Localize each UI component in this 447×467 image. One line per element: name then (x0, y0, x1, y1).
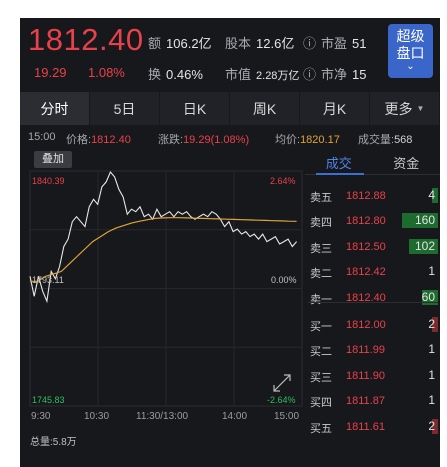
tab-more[interactable]: 更多 ▼ (370, 92, 440, 125)
order-level-label: 买三 (310, 371, 332, 384)
stat-turnover-rate: 换 0.46% (148, 67, 203, 82)
order-price: 1811.99 (346, 344, 385, 357)
info-circle-icon: ⓘ (303, 36, 317, 51)
super-button-line2: 盘口 (396, 45, 425, 61)
order-level-label: 买一 (310, 321, 332, 333)
tab-5day[interactable]: 5日 (90, 92, 160, 125)
order-price: 1812.88 (346, 190, 386, 202)
order-level-label: 卖四 (310, 217, 332, 230)
tab-trades[interactable]: 成交 (305, 153, 373, 175)
order-level-label: 卖一 (310, 293, 332, 306)
tab-daily-k[interactable]: 日K (160, 92, 230, 125)
triangle-down-icon: ▼ (416, 104, 425, 113)
order-volume: 2 (428, 317, 435, 331)
order-volume: 1 (428, 264, 435, 279)
order-panel-tabs: 成交 资金 (305, 153, 440, 175)
bid-row[interactable]: 买五 1811.61 2 (308, 417, 438, 437)
ask-row[interactable]: 卖二 1812.42 1 (308, 262, 438, 282)
bid-row[interactable]: 买二 1811.99 1 (308, 340, 438, 360)
order-price: 1811.61 (346, 420, 385, 433)
info-time: 15:00 (28, 131, 56, 143)
ask-row[interactable]: 卖四 1812.80 160 (308, 211, 438, 231)
tab-weekly-k[interactable]: 周K (230, 92, 300, 125)
price-axis-high: 1840.39 (32, 176, 65, 186)
pct-axis-mid: 0.00% (271, 275, 297, 285)
tab-monthly-k[interactable]: 月K (300, 92, 370, 125)
order-book-divider (308, 302, 438, 303)
order-price: 1812.00 (346, 319, 386, 331)
bid-row[interactable]: 买四 1811.87 1 (308, 391, 438, 411)
order-volume: 102 (414, 238, 435, 253)
order-price: 1811.87 (346, 395, 385, 408)
order-level-label: 卖三 (310, 242, 332, 255)
expand-icon-stroke (273, 374, 291, 392)
order-volume: 1 (428, 393, 435, 408)
stock-quote-panel: 1812.40 19.29 1.08% 额 106.2亿 股本 12.6亿 ⓘ 市盈 5… (20, 18, 440, 467)
order-level-label: 卖二 (310, 268, 332, 281)
bid-row[interactable]: 买一 1812.00 2 (308, 315, 438, 335)
info-average: 均价:1820.17 (275, 134, 340, 146)
order-price: 1811.90 (346, 369, 385, 382)
bid-row[interactable]: 买三 1811.90 1 (308, 366, 438, 386)
x-tick-0930: 9:30 (31, 411, 51, 422)
order-volume: 160 (414, 213, 435, 228)
x-tick-1130: 11:30/13:00 (136, 411, 189, 422)
order-price: 1812.50 (346, 240, 386, 253)
order-level-label: 卖五 (310, 192, 332, 204)
x-tick-1500: 15:00 (274, 411, 300, 422)
x-tick-1030: 10:30 (84, 411, 110, 422)
pct-axis-low: -2.64% (267, 395, 296, 405)
ask-row[interactable]: 卖三 1812.50 102 (308, 237, 438, 257)
order-price: 1812.80 (346, 215, 386, 228)
ask-row[interactable]: 卖五 1812.88 4 (308, 186, 438, 206)
expand-icon[interactable] (273, 374, 291, 392)
order-volume: 1 (428, 367, 435, 382)
current-price: 1812.40 (28, 22, 144, 57)
average-price-line (30, 217, 297, 282)
price-axis-mid: 1793.11 (32, 275, 64, 285)
order-volume: 2 (428, 418, 435, 433)
stat-turnover-amount: 额 106.2亿 (148, 36, 212, 51)
super-button-line1: 超级 (396, 28, 425, 44)
price-axis-low: 1745.83 (32, 395, 65, 405)
stat-share-capital: 股本 12.6亿 (225, 36, 295, 51)
tab-intraday[interactable]: 分时 (20, 92, 90, 125)
stat-pb-ratio[interactable]: ⓘ 市净 15 (303, 64, 367, 83)
info-change: 涨跌:19.29(1.08%) (158, 134, 250, 146)
tab-capital-flow[interactable]: 资金 (373, 153, 441, 175)
chart-period-tabs: 分时 5日 日K 周K 月K 更多 ▼ (20, 92, 440, 125)
order-volume: 1 (428, 342, 435, 357)
price-change-pct: 1.08% (88, 65, 125, 80)
chevron-down-icon: ⌄ (406, 61, 415, 72)
stat-pe-ratio[interactable]: ⓘ 市盈 51 (303, 33, 367, 52)
order-volume: 4 (428, 188, 435, 202)
order-level-label: 买二 (310, 346, 332, 359)
info-circle-icon: ⓘ (303, 67, 317, 82)
stat-market-cap: 市值 2.28万亿 (225, 67, 300, 82)
pct-axis-high: 2.64% (270, 176, 296, 186)
info-volume: 成交量:568 (358, 134, 413, 146)
order-price: 1812.42 (346, 266, 386, 279)
price-line (29, 170, 298, 304)
overlay-button[interactable]: 叠加 (34, 151, 72, 168)
order-level-label: 买五 (310, 422, 332, 435)
total-volume: 总量:5.8万 (30, 437, 77, 448)
active-tab-indicator (316, 173, 364, 175)
super-orderbook-button[interactable]: 超级 盘口 ⌄ (388, 24, 433, 78)
price-change: 19.29 (34, 65, 67, 80)
x-tick-1400: 14:00 (222, 411, 248, 422)
info-price: 价格:1812.40 (66, 134, 131, 146)
ask-row[interactable]: 卖一 1812.40 60 (308, 288, 438, 308)
order-level-label: 买四 (310, 397, 332, 410)
